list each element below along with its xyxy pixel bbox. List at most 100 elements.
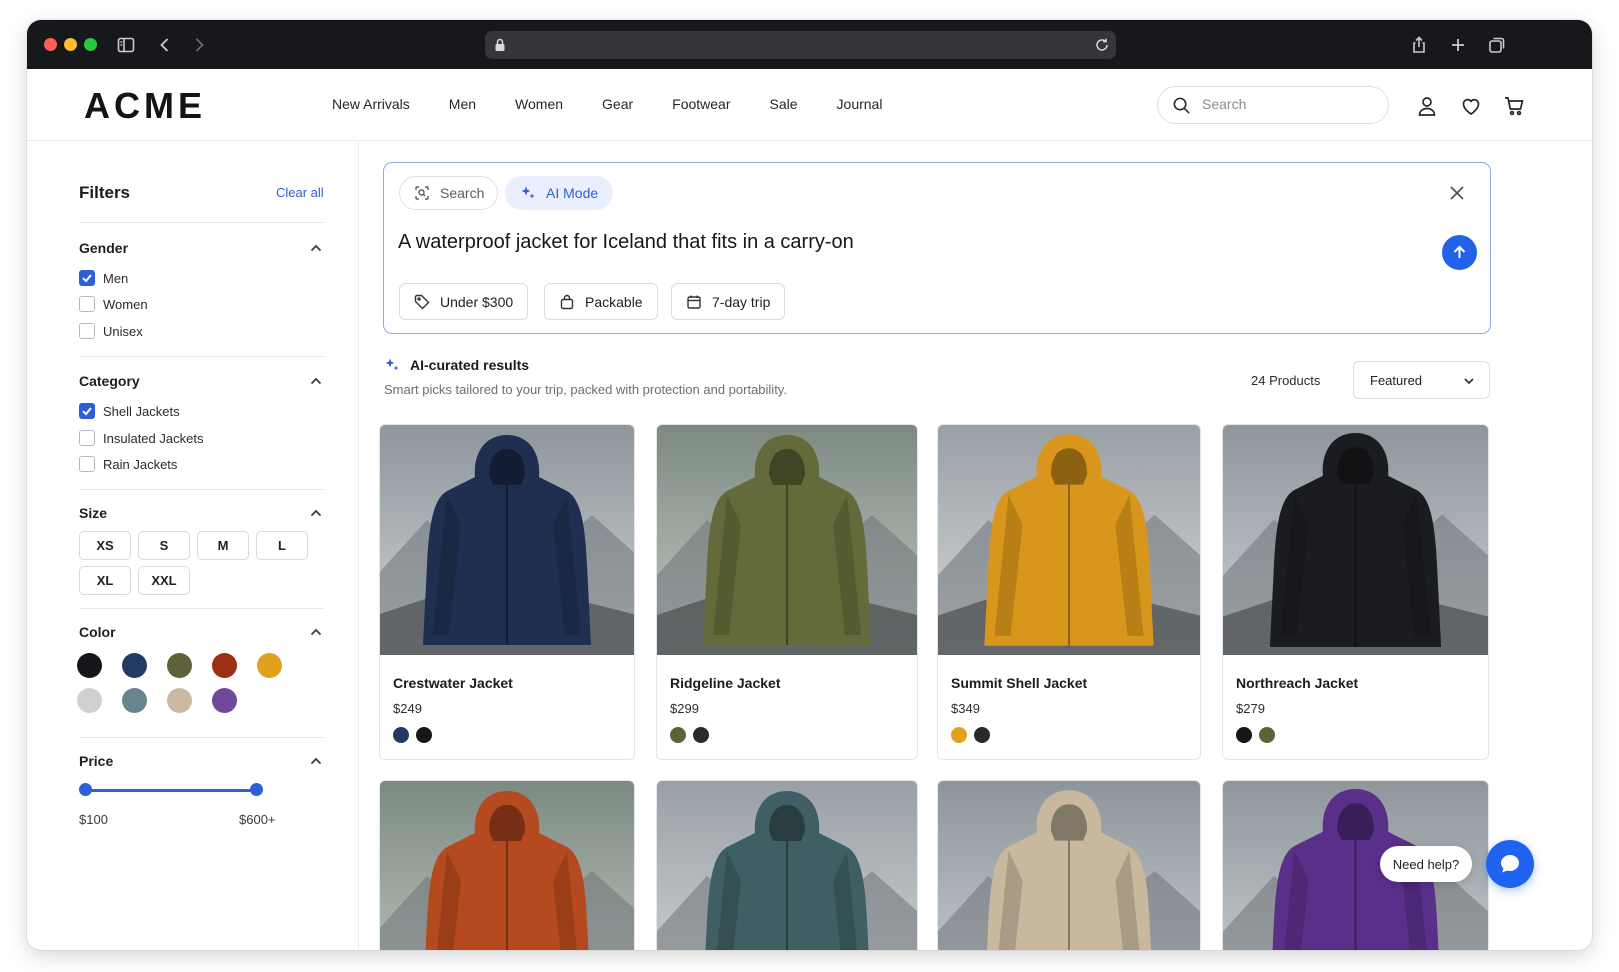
size-m-button[interactable]: M <box>197 531 249 560</box>
size-xxl-button[interactable]: XXL <box>138 566 190 595</box>
color-swatch[interactable] <box>257 653 282 678</box>
size-xl-button[interactable]: XL <box>79 566 131 595</box>
product-card[interactable]: Crestwater Jacket $249 <box>379 424 635 760</box>
color-dot[interactable] <box>1236 727 1252 743</box>
color-swatch[interactable] <box>212 653 237 678</box>
clear-all-link[interactable]: Clear all <box>276 185 324 200</box>
color-section-title[interactable]: Color <box>79 624 116 640</box>
wishlist-icon[interactable] <box>1460 95 1482 117</box>
need-help-label[interactable]: Need help? <box>1380 846 1472 882</box>
category-option-insulated[interactable]: Insulated Jackets <box>79 430 203 446</box>
color-dot[interactable] <box>1259 727 1275 743</box>
tab-search[interactable]: Search <box>399 176 498 210</box>
color-swatch[interactable] <box>167 688 192 713</box>
price-min-handle[interactable] <box>79 783 92 796</box>
reload-icon[interactable] <box>1094 37 1110 53</box>
nav-men[interactable]: Men <box>449 96 476 112</box>
nav-sale[interactable]: Sale <box>770 96 798 112</box>
chevron-up-icon[interactable] <box>309 506 323 520</box>
nav-women[interactable]: Women <box>515 96 563 112</box>
category-option-shell[interactable]: Shell Jackets <box>79 403 180 419</box>
maximize-window-button[interactable] <box>84 38 97 51</box>
color-swatch[interactable] <box>212 688 237 713</box>
product-card[interactable]: Summit Shell Jacket $349 <box>937 424 1201 760</box>
gender-option-men[interactable]: Men <box>79 270 128 286</box>
site-search[interactable] <box>1157 86 1389 124</box>
category-option-rain[interactable]: Rain Jackets <box>79 456 177 472</box>
price-max-handle[interactable] <box>250 783 263 796</box>
color-dot[interactable] <box>416 727 432 743</box>
new-tab-icon[interactable] <box>1445 32 1471 58</box>
chevron-up-icon[interactable] <box>309 374 323 388</box>
product-image[interactable] <box>380 425 634 655</box>
color-dot[interactable] <box>693 727 709 743</box>
minimize-window-button[interactable] <box>64 38 77 51</box>
color-dot[interactable] <box>974 727 990 743</box>
chip-packable[interactable]: Packable <box>544 283 658 320</box>
checkbox[interactable] <box>79 430 95 446</box>
product-card[interactable]: Ridgeline Jacket $299 <box>656 424 918 760</box>
size-xs-button[interactable]: XS <box>79 531 131 560</box>
product-name[interactable]: Ridgeline Jacket <box>670 675 781 691</box>
chevron-up-icon[interactable] <box>309 625 323 639</box>
back-icon[interactable] <box>152 32 178 58</box>
product-image[interactable] <box>657 425 917 655</box>
product-name[interactable]: Summit Shell Jacket <box>951 675 1087 691</box>
submit-query-button[interactable] <box>1442 235 1477 270</box>
close-icon[interactable] <box>1448 184 1466 202</box>
product-card[interactable]: Northreach Jacket $279 <box>1222 424 1489 760</box>
search-input[interactable] <box>1202 96 1372 112</box>
chevron-up-icon[interactable] <box>309 754 323 768</box>
address-bar[interactable] <box>485 31 1116 59</box>
checkbox[interactable] <box>79 323 95 339</box>
nav-gear[interactable]: Gear <box>602 96 633 112</box>
chip-7-day-trip[interactable]: 7-day trip <box>671 283 786 320</box>
color-swatch[interactable] <box>77 688 102 713</box>
chip-under-300[interactable]: Under $300 <box>399 283 529 320</box>
price-section-title[interactable]: Price <box>79 753 113 769</box>
sort-select[interactable]: Featured <box>1353 361 1490 399</box>
color-dot[interactable] <box>393 727 409 743</box>
size-section-title[interactable]: Size <box>79 505 107 521</box>
price-slider-track[interactable] <box>84 789 256 792</box>
brand-logo[interactable]: ACME <box>84 85 206 127</box>
nav-new-arrivals[interactable]: New Arrivals <box>332 96 410 112</box>
account-icon[interactable] <box>1416 95 1438 117</box>
product-image[interactable] <box>1223 425 1488 655</box>
share-icon[interactable] <box>1406 32 1432 58</box>
forward-icon[interactable] <box>186 32 212 58</box>
chevron-up-icon[interactable] <box>309 241 323 255</box>
product-image[interactable] <box>657 781 917 950</box>
category-section-title[interactable]: Category <box>79 373 140 389</box>
checkbox-checked[interactable] <box>79 270 95 286</box>
color-swatch[interactable] <box>122 653 147 678</box>
sidebar-icon[interactable] <box>113 32 139 58</box>
gender-option-unisex[interactable]: Unisex <box>79 323 143 339</box>
product-card[interactable] <box>379 780 635 950</box>
size-l-button[interactable]: L <box>256 531 308 560</box>
nav-footwear[interactable]: Footwear <box>672 96 730 112</box>
tabs-icon[interactable] <box>1484 32 1510 58</box>
gender-section-title[interactable]: Gender <box>79 240 128 256</box>
color-swatch[interactable] <box>167 653 192 678</box>
nav-journal[interactable]: Journal <box>837 96 883 112</box>
size-s-button[interactable]: S <box>138 531 190 560</box>
gender-option-women[interactable]: Women <box>79 296 148 312</box>
cart-icon[interactable] <box>1503 95 1525 117</box>
color-dot[interactable] <box>951 727 967 743</box>
product-name[interactable]: Crestwater Jacket <box>393 675 513 691</box>
chat-button[interactable] <box>1486 840 1534 888</box>
checkbox-checked[interactable] <box>79 403 95 419</box>
tab-ai-mode[interactable]: AI Mode <box>505 176 613 210</box>
color-swatch[interactable] <box>122 688 147 713</box>
product-image[interactable] <box>380 781 634 950</box>
product-card[interactable] <box>656 780 918 950</box>
product-image[interactable] <box>938 425 1200 655</box>
checkbox[interactable] <box>79 296 95 312</box>
close-window-button[interactable] <box>44 38 57 51</box>
product-card[interactable] <box>937 780 1201 950</box>
ai-query-input[interactable]: A waterproof jacket for Iceland that fit… <box>398 231 854 254</box>
product-image[interactable] <box>938 781 1200 950</box>
product-name[interactable]: Northreach Jacket <box>1236 675 1358 691</box>
color-dot[interactable] <box>670 727 686 743</box>
